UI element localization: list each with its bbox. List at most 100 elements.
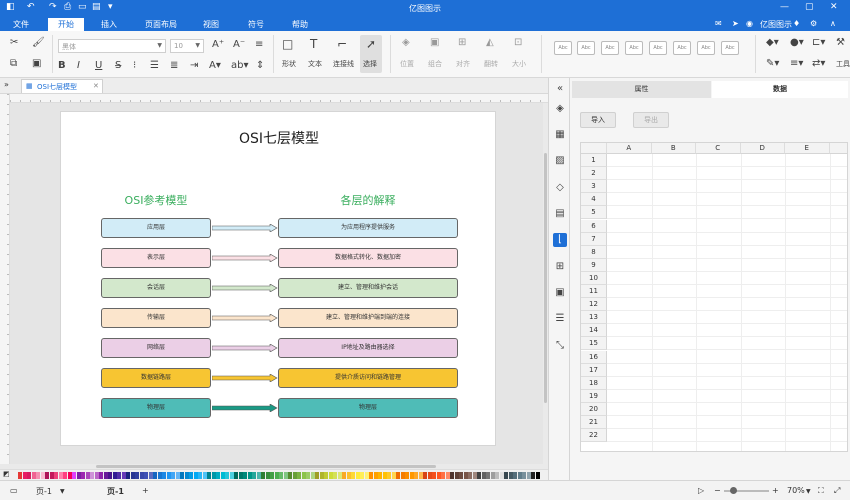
color-swatch[interactable] <box>405 472 409 479</box>
color-swatch[interactable] <box>427 472 432 479</box>
grid-row[interactable] <box>607 364 847 377</box>
minimize-icon[interactable]: — <box>780 2 789 12</box>
color-swatch[interactable] <box>526 472 531 479</box>
page-selector[interactable]: 页-1 <box>36 486 52 497</box>
grid-row[interactable] <box>607 429 847 443</box>
left-column-header[interactable]: OSI参考模型 <box>76 192 236 208</box>
color-swatch[interactable] <box>252 472 256 479</box>
color-swatch[interactable] <box>256 472 261 479</box>
color-swatch[interactable] <box>387 472 391 479</box>
grid-row-number[interactable]: 18 <box>581 376 607 390</box>
color-swatch[interactable] <box>274 472 279 479</box>
osi-description-box[interactable]: 为应用程序提供服务 <box>278 218 458 238</box>
zoom-slider[interactable] <box>724 487 769 494</box>
grid-row-number[interactable]: 16 <box>581 350 607 364</box>
expand-library-icon[interactable]: » <box>4 80 9 89</box>
palette-menu-icon[interactable]: ◩ <box>3 470 10 478</box>
menu-file[interactable]: 文件 <box>13 19 29 30</box>
align-label[interactable]: 对齐 <box>456 59 470 69</box>
size-icon[interactable]: ⊡ <box>514 37 522 48</box>
color-swatch[interactable] <box>184 472 189 479</box>
zoom-slider-handle[interactable] <box>730 487 737 494</box>
chevron-down-icon[interactable]: ▼ <box>806 488 811 495</box>
color-swatch[interactable] <box>342 472 346 479</box>
color-swatch[interactable] <box>288 472 292 479</box>
grid-row[interactable] <box>607 403 847 416</box>
font-color-icon[interactable]: A▾ <box>209 60 221 71</box>
color-swatch[interactable] <box>153 472 157 479</box>
increase-font-icon[interactable]: A⁺ <box>212 39 224 50</box>
color-swatch[interactable] <box>355 472 360 479</box>
color-swatch[interactable] <box>180 472 184 479</box>
color-swatch[interactable] <box>499 472 504 479</box>
grid-row-number[interactable]: 21 <box>581 416 607 430</box>
tools-icon[interactable]: ⚒ <box>836 37 845 48</box>
text-tool-label[interactable]: 文本 <box>308 59 322 69</box>
color-swatch[interactable] <box>423 472 427 479</box>
color-swatch[interactable] <box>54 472 58 479</box>
shape-tool-label[interactable]: 形状 <box>282 59 296 69</box>
color-swatch[interactable] <box>175 472 180 479</box>
grid-column-header[interactable]: E <box>785 143 830 154</box>
grid-row-number[interactable]: 8 <box>581 245 607 259</box>
grid-row[interactable] <box>607 272 847 285</box>
color-swatch[interactable] <box>396 472 400 479</box>
strikethrough-icon[interactable]: S̶ <box>115 60 121 71</box>
grid-row[interactable] <box>607 233 847 246</box>
menu-view[interactable]: 视图 <box>203 19 219 30</box>
osi-description-box[interactable]: IP地址及路由器选择 <box>278 338 458 358</box>
color-swatch[interactable] <box>477 472 481 479</box>
document-tab[interactable]: ▦ OSI七层模型 ✕ <box>21 79 103 93</box>
osi-layer-box[interactable]: 网络层 <box>101 338 211 358</box>
color-swatch[interactable] <box>76 472 81 479</box>
line-color-icon[interactable]: ✎▾ <box>766 58 779 69</box>
color-swatch[interactable] <box>400 472 405 479</box>
outline-icon[interactable]: ☰ <box>553 312 567 326</box>
grid-row-number[interactable]: 9 <box>581 258 607 272</box>
color-swatch[interactable] <box>234 472 238 479</box>
color-swatch[interactable] <box>193 472 198 479</box>
color-swatch[interactable] <box>126 472 130 479</box>
line-end-icon[interactable]: ⇄▾ <box>812 58 825 69</box>
grid-row-number[interactable]: 4 <box>581 193 607 207</box>
grid-row[interactable] <box>607 324 847 338</box>
flip-label[interactable]: 翻转 <box>484 59 498 69</box>
grid-row[interactable] <box>607 167 847 181</box>
data-grid[interactable]: ABCDEF1234567891011121314151617181920212… <box>580 142 848 452</box>
color-swatch[interactable] <box>486 472 490 479</box>
grid-row[interactable] <box>607 377 847 390</box>
osi-arrow[interactable] <box>212 254 278 262</box>
grid-row-number[interactable]: 7 <box>581 232 607 246</box>
color-swatch[interactable] <box>495 472 499 479</box>
numbered-list-icon[interactable]: ☰ <box>150 60 159 71</box>
osi-description-box[interactable]: 物理层 <box>278 398 458 418</box>
grid-column-header[interactable]: F <box>829 143 847 154</box>
color-swatch[interactable] <box>112 472 117 479</box>
page-icon[interactable]: ▤ <box>553 207 567 221</box>
grid-row-number[interactable]: 6 <box>581 219 607 233</box>
color-swatch[interactable] <box>414 472 418 479</box>
color-swatch[interactable] <box>517 472 522 479</box>
position-icon[interactable]: ◈ <box>402 37 410 48</box>
grid-row-number[interactable]: 19 <box>581 389 607 403</box>
color-swatch[interactable] <box>436 472 441 479</box>
drawing-page[interactable]: OSI七层模型 OSI参考模型 各层的解释 应用层 为应用程序提供服务 表示层 数据格… <box>60 111 496 446</box>
connector-tool-icon[interactable]: ⌐ <box>337 37 347 51</box>
color-swatch[interactable] <box>103 472 108 479</box>
color-swatch[interactable] <box>454 472 459 479</box>
data-chart-icon[interactable]: ⌊ <box>553 233 567 247</box>
grid-row[interactable] <box>607 390 847 403</box>
color-swatch[interactable] <box>531 472 535 479</box>
grid-row-number[interactable]: 20 <box>581 402 607 416</box>
grid-row-number[interactable]: 15 <box>581 337 607 351</box>
page-tab[interactable]: 页-1 <box>107 486 124 497</box>
osi-arrow[interactable] <box>212 344 278 352</box>
style-preset-3[interactable]: Abc <box>601 41 619 55</box>
color-swatch[interactable] <box>162 472 166 479</box>
color-swatch[interactable] <box>144 472 148 479</box>
color-swatch[interactable] <box>148 472 153 479</box>
color-swatch[interactable] <box>117 472 121 479</box>
color-swatch[interactable] <box>85 472 90 479</box>
color-swatch[interactable] <box>297 472 301 479</box>
menu-insert[interactable]: 插入 <box>101 19 117 30</box>
